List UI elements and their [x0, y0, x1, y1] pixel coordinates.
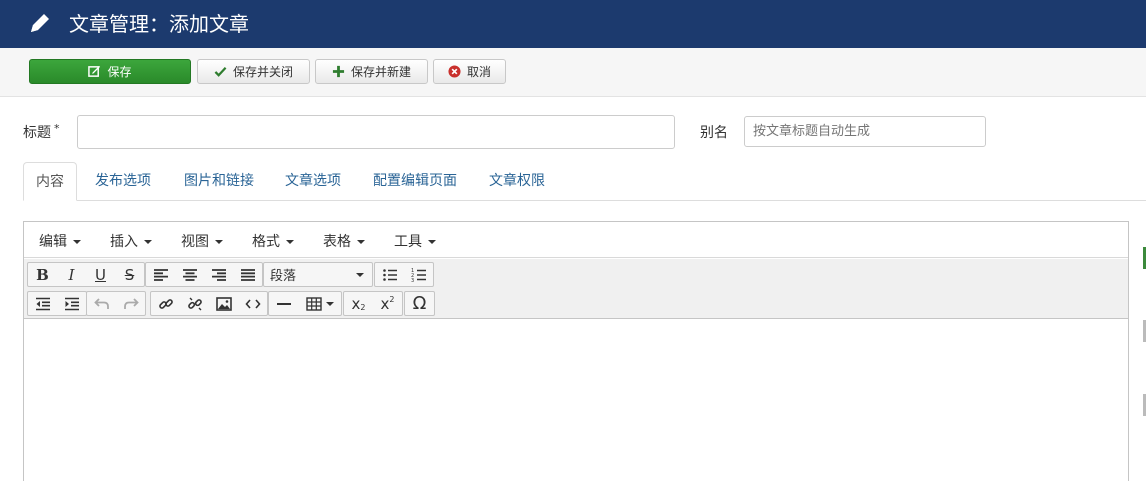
menu-tools[interactable]: 工具	[394, 231, 436, 251]
code-icon[interactable]	[238, 292, 267, 315]
plus-icon	[332, 65, 345, 78]
caret-down-icon	[356, 272, 364, 277]
numbered-list-icon[interactable]: 123	[404, 263, 433, 286]
list-group: 123	[374, 262, 434, 287]
omega-icon[interactable]: Ω	[405, 292, 434, 315]
horizontal-rule-icon[interactable]	[269, 292, 298, 315]
script-group: x2 x2	[343, 291, 403, 316]
tab-editing-config[interactable]: 配置编辑页面	[361, 162, 469, 201]
menu-view[interactable]: 视图	[181, 231, 223, 251]
title-input[interactable]	[77, 115, 675, 149]
svg-text:3: 3	[411, 278, 414, 283]
tab-bar: 内容 发布选项 图片和链接 文章选项 配置编辑页面 文章权限	[23, 162, 1146, 201]
strikethrough-icon[interactable]: S	[115, 263, 144, 286]
action-toolbar: 保存 保存并关闭 保存并新建 取消	[0, 48, 1146, 97]
align-left-icon[interactable]	[146, 263, 175, 286]
align-justify-icon[interactable]	[233, 263, 262, 286]
tab-content[interactable]: 内容	[23, 162, 77, 201]
save-new-button[interactable]: 保存并新建	[315, 59, 428, 84]
save-button[interactable]: 保存	[29, 59, 191, 84]
editor-content-area[interactable]	[24, 319, 1128, 482]
history-group	[86, 291, 146, 316]
title-label: 标题 *	[23, 122, 60, 141]
check-icon	[214, 67, 227, 77]
editor-menubar: 编辑 插入 视图 格式 表格 工具	[24, 222, 1128, 258]
undo-icon[interactable]	[87, 292, 116, 315]
editor-toolbar: B I U S 段落 123 x 2 x 2 Ω	[24, 259, 1128, 319]
save-close-button[interactable]: 保存并关闭	[197, 59, 310, 84]
alias-input[interactable]	[744, 116, 986, 147]
underline-icon[interactable]: U	[86, 263, 115, 286]
menu-format[interactable]: 格式	[252, 231, 294, 251]
page-header: 文章管理：添加文章	[0, 0, 1146, 48]
indent-group	[27, 291, 87, 316]
special-char-group: Ω	[404, 291, 435, 316]
format-select-value: 段落	[270, 269, 297, 284]
subscript-icon[interactable]: x2	[344, 292, 373, 315]
caret-down-icon	[325, 301, 334, 306]
bullet-list-icon[interactable]	[375, 263, 404, 286]
menu-table[interactable]: 表格	[323, 231, 365, 251]
link-icon[interactable]	[151, 292, 180, 315]
menu-insert[interactable]: 插入	[110, 231, 152, 251]
caret-down-icon	[73, 240, 81, 244]
cancel-icon	[448, 65, 461, 78]
unlink-icon[interactable]	[180, 292, 209, 315]
italic-icon[interactable]: I	[57, 263, 86, 286]
tab-article-options[interactable]: 文章选项	[273, 162, 353, 201]
tab-permissions[interactable]: 文章权限	[477, 162, 557, 201]
save-label: 保存	[107, 65, 132, 79]
table-icon[interactable]	[298, 292, 341, 315]
superscript-icon[interactable]: x2	[373, 292, 402, 315]
caret-down-icon	[286, 240, 294, 244]
alias-label: 别名	[700, 125, 728, 141]
menu-edit[interactable]: 编辑	[39, 231, 81, 251]
pencil-icon	[31, 14, 49, 32]
outdent-icon[interactable]	[28, 292, 57, 315]
insert-group	[150, 291, 268, 316]
cancel-button[interactable]: 取消	[433, 59, 506, 84]
bold-icon[interactable]: B	[28, 263, 57, 286]
align-center-icon[interactable]	[175, 263, 204, 286]
caret-down-icon	[144, 240, 152, 244]
page-title: 文章管理：添加文章	[69, 12, 249, 36]
table-group	[268, 291, 342, 316]
save-new-label: 保存并新建	[350, 65, 411, 79]
caret-down-icon	[357, 240, 365, 244]
required-mark: *	[54, 122, 60, 135]
caret-down-icon	[428, 240, 436, 244]
indent-icon[interactable]	[57, 292, 86, 315]
edit-icon	[88, 65, 101, 77]
format-select[interactable]: 段落	[263, 262, 373, 287]
save-close-label: 保存并关闭	[232, 65, 293, 79]
align-right-icon[interactable]	[204, 263, 233, 286]
tab-images-links[interactable]: 图片和链接	[172, 162, 266, 201]
text-style-group: B I U S	[27, 262, 145, 287]
cancel-label: 取消	[466, 65, 491, 79]
tab-publishing[interactable]: 发布选项	[83, 162, 163, 201]
redo-icon[interactable]	[116, 292, 145, 315]
rich-text-editor: 编辑 插入 视图 格式 表格 工具 B I U S 段落 123 x 2 x 2…	[23, 221, 1129, 482]
image-icon[interactable]	[209, 292, 238, 315]
caret-down-icon	[215, 240, 223, 244]
align-group	[145, 262, 263, 287]
